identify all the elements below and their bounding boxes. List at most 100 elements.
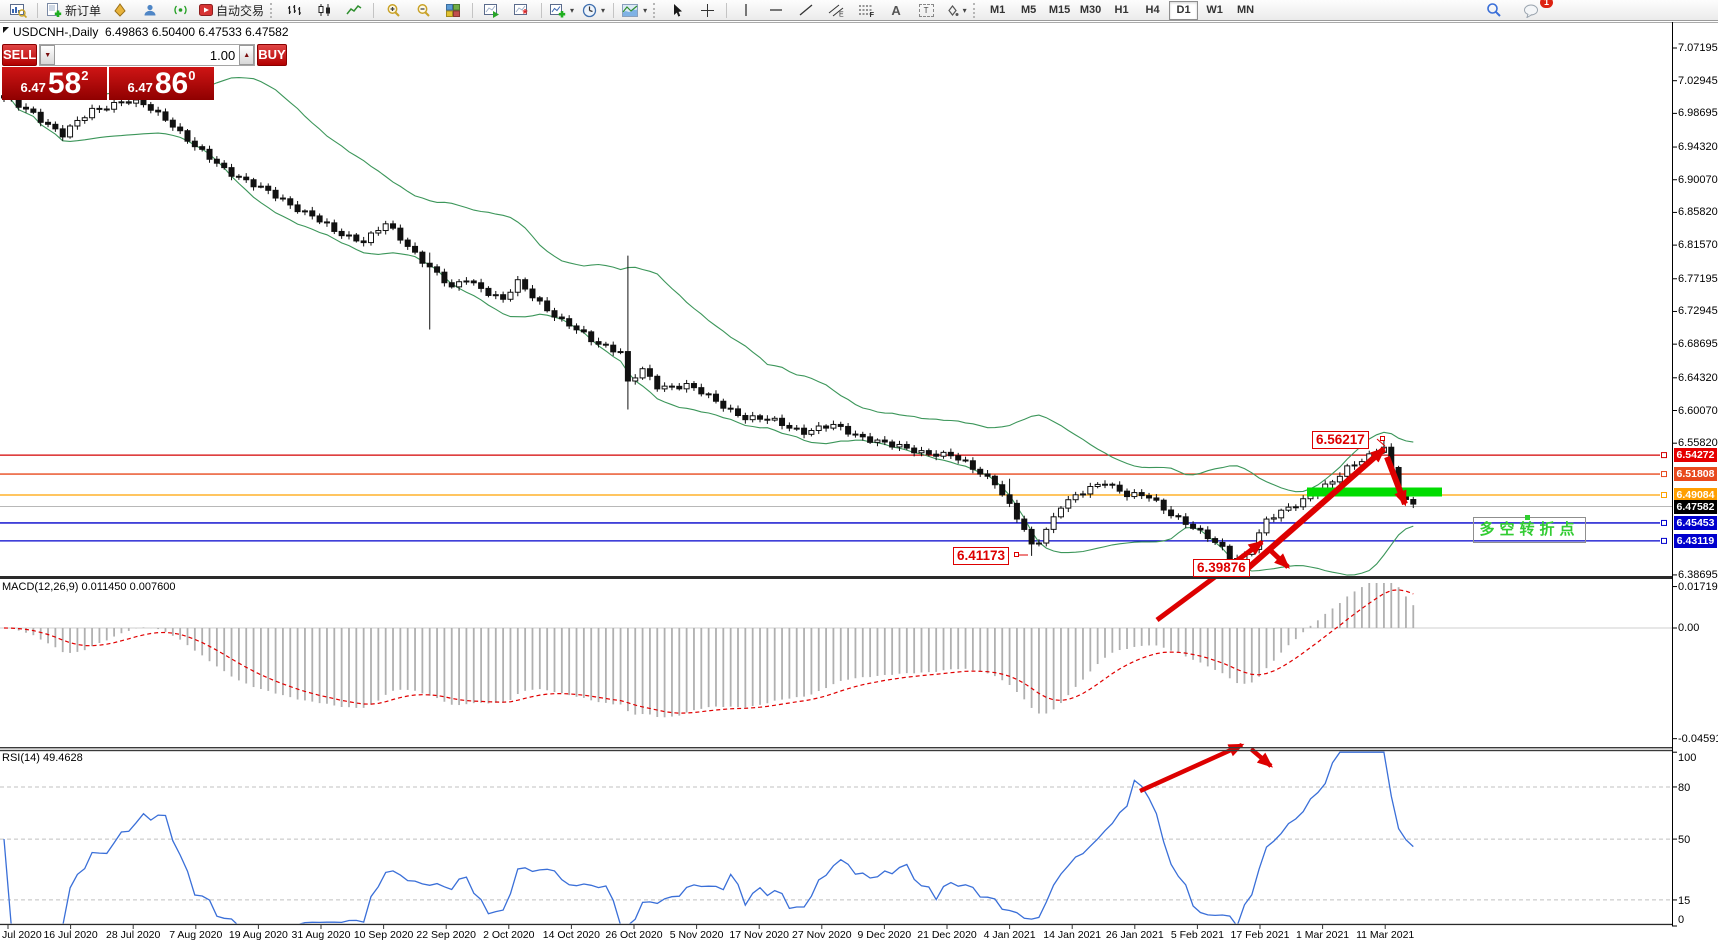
new-order-button[interactable]: 新订单: [42, 0, 105, 21]
trendline-tool[interactable]: [791, 0, 821, 21]
sell-price-sup: 2: [81, 68, 88, 83]
cursor-tool-button[interactable]: [662, 0, 692, 21]
volume-control: ▼ ▲: [39, 44, 255, 66]
clock-icon: [582, 3, 597, 18]
timeframe-d1[interactable]: D1: [1169, 1, 1198, 20]
vertical-line-tool[interactable]: [731, 0, 761, 21]
text-icon: A: [891, 3, 900, 18]
add-indicator-dropdown[interactable]: ▾: [546, 0, 578, 21]
chevron-down-icon: ▾: [643, 6, 647, 15]
february-low-price-label[interactable]: 6.39876: [1193, 559, 1250, 577]
channel-icon: E: [828, 3, 845, 17]
vertical-line-icon: [740, 3, 752, 17]
new-chart-button[interactable]: [3, 0, 33, 21]
volume-decrease-button[interactable]: ▼: [40, 45, 55, 65]
one-click-trading-panel: SELL ▼ ▲ BUY 6.47 58 2 6.47 86 0: [2, 44, 214, 101]
template-icon: [622, 4, 639, 17]
gold-stamp-icon: [113, 3, 127, 17]
bar-chart-icon: [287, 3, 302, 17]
chat-button[interactable]: 1: [1517, 0, 1547, 21]
volume-input[interactable]: [55, 45, 239, 65]
person-icon: [143, 3, 157, 17]
channel-tool[interactable]: E: [821, 0, 851, 21]
swing-high-price-label[interactable]: 6.56217: [1312, 431, 1369, 449]
toolbar-grip[interactable]: [270, 3, 275, 18]
autotrade-label: 自动交易: [216, 2, 264, 19]
autotrade-button[interactable]: 自动交易: [195, 0, 268, 21]
new-chart-icon: [10, 3, 27, 18]
periods-dropdown[interactable]: ▾: [578, 0, 609, 21]
timeframe-m15[interactable]: M15: [1045, 1, 1074, 20]
svg-text:*: *: [523, 6, 529, 18]
template-dropdown[interactable]: ▾: [618, 0, 651, 21]
toolbar-separator: [541, 3, 542, 18]
notification-badge: 1: [1540, 0, 1553, 8]
sell-button[interactable]: SELL: [2, 44, 37, 66]
timeframe-w1[interactable]: W1: [1200, 1, 1229, 20]
line-chart-mode-button[interactable]: [339, 0, 369, 21]
text-label-tool[interactable]: T: [911, 0, 941, 21]
search-button[interactable]: [1479, 0, 1509, 21]
volume-increase-button[interactable]: ▲: [239, 45, 254, 65]
chevron-down-icon: ▾: [963, 6, 967, 15]
sell-price-display[interactable]: 6.47 58 2: [2, 67, 107, 100]
toolbar: 新订单 自动交易: [0, 0, 1718, 21]
tile-windows-icon: [446, 4, 460, 17]
selection-handle[interactable]: [1525, 515, 1530, 520]
toolbar-separator: [373, 3, 374, 18]
sell-price-big: 58: [48, 69, 81, 99]
timeframe-m1[interactable]: M1: [983, 1, 1012, 20]
autotrade-icon: [199, 3, 213, 17]
horizontal-line-tool[interactable]: [761, 0, 791, 21]
timeframe-h1[interactable]: H1: [1107, 1, 1136, 20]
rsi-pane-label: RSI(14) 49.4628: [2, 752, 83, 764]
symbol-info: USDCNH-,Daily 6.49863 6.50400 6.47533 6.…: [13, 25, 289, 39]
fibonacci-icon: F: [858, 3, 875, 17]
macd-pane-label: MACD(12,26,9) 0.011450 0.007600: [2, 581, 175, 593]
timeframe-group: M1M5M15M30H1H4D1W1MN: [982, 1, 1261, 20]
chevron-down-icon: ▾: [601, 6, 605, 15]
shapes-dropdown[interactable]: ▾: [941, 0, 971, 21]
chart-canvas[interactable]: [0, 0, 1718, 942]
buy-price-small: 6.47: [128, 80, 153, 95]
buy-button[interactable]: BUY: [257, 44, 286, 66]
timeframe-mn[interactable]: MN: [1231, 1, 1260, 20]
buy-price-display[interactable]: 6.47 86 0: [109, 67, 214, 100]
zoom-out-button[interactable]: [408, 0, 438, 21]
tile-windows-button[interactable]: [438, 0, 468, 21]
svg-text:F: F: [869, 10, 874, 17]
candle-chart-mode-button[interactable]: [309, 0, 339, 21]
timeframe-m5[interactable]: M5: [1014, 1, 1043, 20]
buy-price-sup: 0: [188, 68, 195, 83]
strategy-tester-button[interactable]: [477, 0, 507, 21]
styler-button[interactable]: [105, 0, 135, 21]
crosshair-tool-button[interactable]: [692, 0, 722, 21]
toolbar-grip[interactable]: [653, 3, 658, 18]
objects-list-button[interactable]: *: [507, 0, 537, 21]
community-button[interactable]: [135, 0, 165, 21]
bar-chart-mode-button[interactable]: [279, 0, 309, 21]
svg-text:E: E: [839, 12, 844, 18]
timeframe-m30[interactable]: M30: [1076, 1, 1105, 20]
trendline-icon: [799, 3, 813, 17]
signals-button[interactable]: [165, 0, 195, 21]
new-order-icon: [46, 3, 62, 18]
mt4-window: 新订单 自动交易: [0, 0, 1718, 942]
one-click-toggle-icon[interactable]: [3, 27, 9, 33]
fibonacci-tool[interactable]: F: [851, 0, 881, 21]
chevron-down-icon: ▾: [570, 6, 574, 15]
add-indicator-icon: [550, 3, 566, 18]
timeframe-h4[interactable]: H4: [1138, 1, 1167, 20]
text-tool[interactable]: A: [881, 0, 911, 21]
january-low-price-label[interactable]: 6.41173: [953, 547, 1009, 565]
shapes-icon: [946, 4, 959, 17]
zoom-in-button[interactable]: [378, 0, 408, 21]
toolbar-separator: [37, 3, 38, 18]
search-icon: [1486, 2, 1502, 18]
buy-price-big: 86: [155, 69, 188, 99]
chat-icon: [1523, 2, 1541, 18]
new-order-label: 新订单: [65, 2, 101, 19]
cursor-icon: [670, 3, 684, 18]
note-annotation[interactable]: 多空转折点: [1473, 517, 1586, 543]
toolbar-grip[interactable]: [973, 3, 978, 18]
